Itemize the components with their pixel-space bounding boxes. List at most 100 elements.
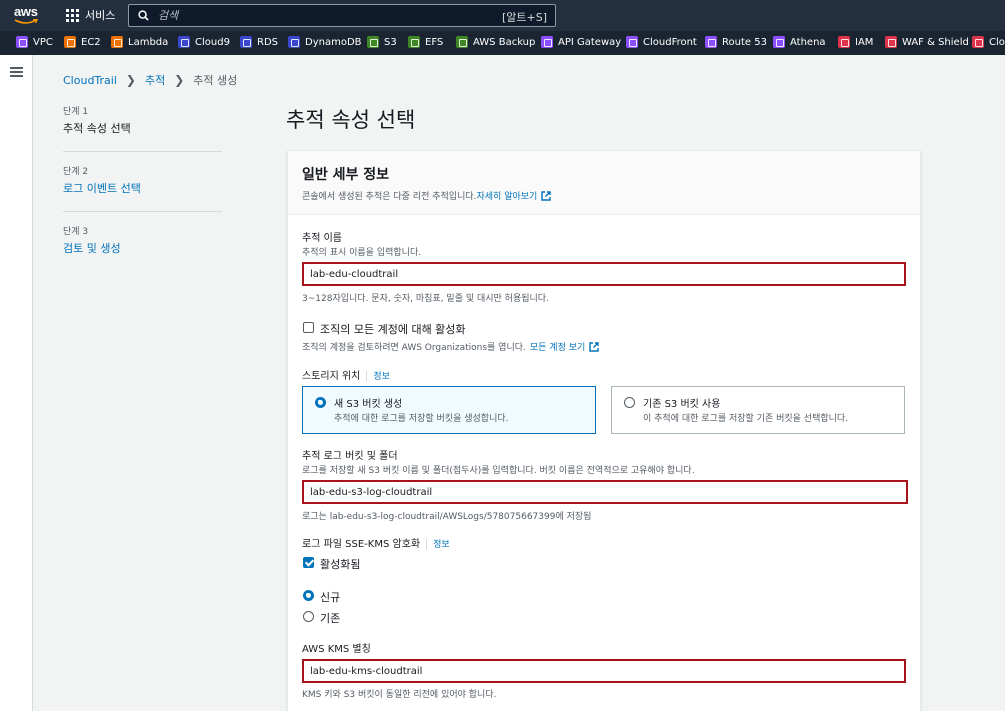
org-enable-checkbox[interactable] xyxy=(303,322,314,333)
athena-icon xyxy=(773,36,785,48)
hamburger-menu-icon[interactable] xyxy=(10,67,23,78)
sse-kms-label: 로그 파일 SSE-KMS 암호화 정보 xyxy=(302,535,450,550)
sse-kms-text: 로그 파일 SSE-KMS 암호화 xyxy=(302,539,421,550)
favorite-label: CloudFront xyxy=(643,36,697,48)
search-input[interactable] xyxy=(158,9,488,22)
favorite-label: API Gateway xyxy=(558,36,622,48)
favorite-route-53[interactable]: Route 53 xyxy=(705,36,767,48)
trail-name-label: 추적 이름 xyxy=(302,233,342,244)
tile-title: 새 S3 버킷 생성 xyxy=(334,399,403,410)
favorite-lambda[interactable]: Lambda xyxy=(111,36,168,48)
step-number: 단계 3 xyxy=(63,227,89,237)
grid-icon xyxy=(66,8,79,22)
top-navigation: aws 서비스 [알트+S] xyxy=(0,0,1005,31)
sse-info-link[interactable]: 정보 xyxy=(433,540,450,550)
search-icon xyxy=(138,10,149,21)
new-s3-bucket-tile[interactable]: 새 S3 버킷 생성 추적에 대한 로그를 저장할 버킷을 생성합니다. xyxy=(302,386,596,434)
favorite-label: Athena xyxy=(790,36,826,48)
org-enable-label: 조직의 모든 계정에 대해 활성화 xyxy=(320,323,466,336)
kms-new-label: 신규 xyxy=(320,591,341,604)
favorite-label: DynamoDB xyxy=(305,36,362,48)
favorite-label: S3 xyxy=(384,36,397,48)
rds-icon xyxy=(240,36,252,48)
favorite-iam[interactable]: IAM xyxy=(838,36,873,48)
favorite-vpc[interactable]: VPC xyxy=(16,36,53,48)
existing-s3-bucket-radio[interactable] xyxy=(624,397,635,408)
step-number: 단계 1 xyxy=(63,107,89,117)
panel-title: 일반 세부 정보 xyxy=(302,167,390,183)
step-link[interactable]: 로그 이벤트 선택 xyxy=(63,180,222,196)
kms-existing-label: 기존 xyxy=(320,612,341,625)
bucket-path-note: 로그는 lab-edu-s3-log-cloudtrail/AWSLogs/57… xyxy=(302,512,592,522)
favorite-cloud9[interactable]: Cloud9 xyxy=(178,36,230,48)
existing-s3-bucket-tile[interactable]: 기존 S3 버킷 사용 이 추적에 대한 로그를 저장할 기존 버킷을 선택합니… xyxy=(611,386,905,434)
favorite-waf-shield[interactable]: WAF & Shield xyxy=(885,36,969,48)
favorite-athena[interactable]: Athena xyxy=(773,36,826,48)
breadcrumb-trails-link[interactable]: 추적 xyxy=(145,72,165,88)
favorite-label: AWS Backup xyxy=(473,36,536,48)
dynamodb-icon xyxy=(288,36,300,48)
chevron-right-icon: ❯ xyxy=(174,73,185,87)
kms-alias-input[interactable] xyxy=(302,659,906,683)
cloud9-icon xyxy=(178,36,190,48)
breadcrumb: CloudTrail ❯ 추적 ❯ 추적 생성 xyxy=(63,72,237,88)
step-number: 단계 2 xyxy=(63,167,89,177)
ec2-icon xyxy=(64,36,76,48)
kms-alias-note: KMS 키와 S3 버킷이 동일한 리전에 있어야 합니다. xyxy=(302,690,497,700)
waf-icon xyxy=(885,36,897,48)
favorite-label: WAF & Shield xyxy=(902,36,969,48)
kms-existing-radio[interactable] xyxy=(303,611,314,622)
favorite-label: RDS xyxy=(257,36,278,48)
new-s3-bucket-radio[interactable] xyxy=(315,397,326,408)
sse-enabled-label: 활성화됨 xyxy=(320,558,361,571)
panel-description: 콘솔에서 생성된 추적은 다중 리전 추적입니다. 자세히 알아보기 xyxy=(302,189,906,202)
view-all-accounts-link[interactable]: 모든 계정 보기 xyxy=(530,340,585,353)
trail-name-desc: 추적의 표시 이름을 입력합니다. xyxy=(302,248,422,258)
step-3[interactable]: 단계 3 검토 및 생성 xyxy=(63,224,222,256)
trail-name-input[interactable] xyxy=(302,262,906,286)
wizard-steps: 단계 1 추적 속성 선택 단계 2 로그 이벤트 선택 단계 3 검토 및 생… xyxy=(63,104,222,255)
learn-more-link[interactable]: 자세히 알아보기 xyxy=(477,189,538,202)
external-link-icon[interactable] xyxy=(589,341,599,352)
favorite-rds[interactable]: RDS xyxy=(240,36,278,48)
chevron-right-icon: ❯ xyxy=(125,73,136,87)
aws-smile-icon xyxy=(14,19,38,24)
breadcrumb-cloudtrail-link[interactable]: CloudTrail xyxy=(63,74,117,87)
tile-description: 추적에 대한 로그를 저장할 버킷을 생성합니다. xyxy=(334,414,509,424)
favorite-s3[interactable]: S3 xyxy=(367,36,397,48)
favorites-bar: VPC EC2 Lambda Cloud9 RDS DynamoDB S3 EFS AWS Ba… xyxy=(0,31,1005,55)
favorite-aws-backup[interactable]: AWS Backup xyxy=(456,36,535,48)
external-link-icon[interactable] xyxy=(541,190,552,201)
cloud-icon xyxy=(972,36,984,48)
tile-description: 이 추적에 대한 로그를 저장할 기존 버킷을 선택합니다. xyxy=(643,414,849,424)
org-desc: 조직의 계정을 검토하려면 AWS Organizations를 엽니다. 모든… xyxy=(302,340,599,353)
favorite-api-gateway[interactable]: API Gateway xyxy=(541,36,621,48)
services-menu-button[interactable]: 서비스 xyxy=(66,7,115,23)
backup-icon xyxy=(456,36,468,48)
favorite-label: EC2 xyxy=(81,36,101,48)
favorite-cloudfront[interactable]: CloudFront xyxy=(626,36,697,48)
favorite-clo[interactable]: Clo xyxy=(972,36,1005,48)
kms-new-radio[interactable] xyxy=(303,590,314,601)
search-box[interactable]: [알트+S] xyxy=(128,4,556,27)
step-label: 추적 속성 선택 xyxy=(63,122,131,135)
services-label: 서비스 xyxy=(85,9,116,22)
aws-logo[interactable]: aws xyxy=(14,5,42,27)
favorite-efs[interactable]: EFS xyxy=(408,36,443,48)
favorite-label: Clo xyxy=(989,36,1005,48)
bucket-folder-input[interactable] xyxy=(302,480,908,504)
step-link[interactable]: 검토 및 생성 xyxy=(63,240,222,256)
panel-header: 일반 세부 정보 콘솔에서 생성된 추적은 다중 리전 추적입니다. 자세히 알… xyxy=(288,151,920,215)
favorite-ec2[interactable]: EC2 xyxy=(64,36,101,48)
sse-enabled-checkbox[interactable] xyxy=(303,557,314,568)
tile-title: 기존 S3 버킷 사용 xyxy=(643,399,721,410)
route53-icon xyxy=(705,36,717,48)
storage-location-text: 스토리지 위치 xyxy=(302,371,361,382)
favorite-dynamodb[interactable]: DynamoDB xyxy=(288,36,362,48)
step-2[interactable]: 단계 2 로그 이벤트 선택 xyxy=(63,164,222,212)
storage-info-link[interactable]: 정보 xyxy=(373,372,390,382)
favorite-label: VPC xyxy=(33,36,53,48)
general-details-panel: 일반 세부 정보 콘솔에서 생성된 추적은 다중 리전 추적입니다. 자세히 알… xyxy=(287,150,921,711)
favorite-label: EFS xyxy=(425,36,444,48)
side-navigation-strip xyxy=(0,55,33,711)
